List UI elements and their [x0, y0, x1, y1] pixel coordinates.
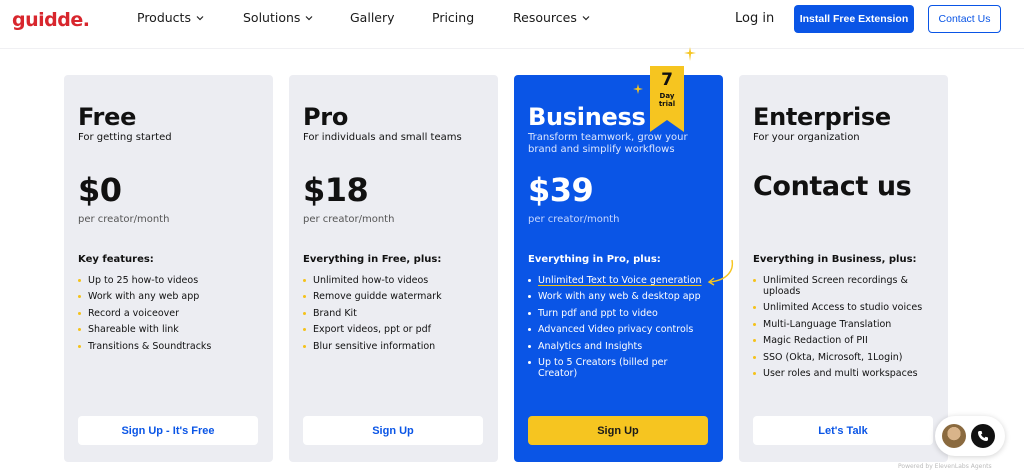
nav-resources-label: Resources [513, 10, 577, 25]
signup-free-button[interactable]: Sign Up - It's Free [78, 416, 258, 445]
nav-resources[interactable]: Resources [513, 10, 591, 25]
feature-list: Unlimited how-to videos Remove guidde wa… [303, 275, 483, 357]
feature-item: Multi-Language Translation [753, 319, 933, 330]
call-button[interactable] [971, 424, 995, 448]
feature-item: Analytics and Insights [528, 341, 708, 352]
nav-gallery-label: Gallery [350, 10, 395, 25]
phone-icon [978, 431, 988, 441]
feature-list: Unlimited Screen recordings & uploads Un… [753, 275, 933, 384]
price-unit: per creator/month [528, 214, 620, 225]
sparkle-icon [633, 84, 643, 94]
feature-item: Unlimited Screen recordings & uploads [753, 275, 933, 297]
plan-price: $39 [528, 171, 594, 209]
sparkle-icon [684, 47, 696, 61]
features-heading: Key features: [78, 254, 154, 265]
feature-item: Record a voiceover [78, 308, 258, 319]
plan-name: Free [78, 103, 137, 131]
feature-item: Shareable with link [78, 324, 258, 335]
nav-pricing-label: Pricing [432, 10, 475, 25]
plan-subtitle: For getting started [78, 132, 172, 143]
plan-card-pro: Pro For individuals and small teams $18 … [289, 75, 498, 462]
login-link[interactable]: Log in [735, 11, 774, 26]
contact-us-button[interactable]: Contact Us [928, 5, 1001, 33]
plan-price: $18 [303, 171, 369, 209]
powered-by-label: Powered by ElevenLabs Agents [898, 463, 992, 470]
price-unit: per creator/month [303, 214, 395, 225]
chevron-down-icon [196, 15, 204, 20]
lets-talk-button[interactable]: Let's Talk [753, 416, 933, 445]
plan-card-enterprise: Enterprise For your organization Contact… [739, 75, 948, 462]
nav-solutions[interactable]: Solutions [243, 10, 314, 25]
feature-item: Transitions & Soundtracks [78, 341, 258, 352]
price-unit: per creator/month [78, 214, 170, 225]
plan-name: Enterprise [753, 103, 891, 131]
ribbon-day-label: Day [659, 92, 675, 100]
feature-item: Advanced Video privacy controls [528, 324, 708, 335]
trial-ribbon-badge: 7 Day trial [650, 66, 684, 132]
feature-item: Blur sensitive information [303, 341, 483, 352]
plan-price-contact: Contact us [753, 171, 912, 202]
plan-price: $0 [78, 171, 122, 209]
signup-pro-button[interactable]: Sign Up [303, 416, 483, 445]
features-heading: Everything in Free, plus: [303, 254, 442, 265]
signup-business-button[interactable]: Sign Up [528, 416, 708, 445]
chevron-down-icon [582, 15, 590, 20]
guidde-logo[interactable]: guidde. [12, 9, 90, 31]
nav-divider [0, 48, 1024, 49]
feature-item: Unlimited how-to videos [303, 275, 483, 286]
install-extension-button[interactable]: Install Free Extension [794, 5, 914, 33]
plan-subtitle: For your organization [753, 132, 860, 143]
feature-item: Unlimited Access to studio voices [753, 302, 933, 313]
arrow-doodle-icon [707, 259, 734, 286]
agent-avatar [942, 424, 966, 448]
nav-pricing[interactable]: Pricing [432, 10, 474, 25]
feature-list: Up to 25 how-to videos Work with any web… [78, 275, 258, 357]
feature-item: Magic Redaction of PII [753, 335, 933, 346]
feature-item: Work with any web & desktop app [528, 291, 708, 302]
nav-solutions-label: Solutions [243, 10, 301, 25]
feature-item: SSO (Okta, Microsoft, 1Login) [753, 352, 933, 363]
nav-products[interactable]: Products [137, 10, 205, 25]
features-heading: Everything in Business, plus: [753, 254, 917, 265]
feature-item: Turn pdf and ppt to video [528, 308, 708, 319]
voice-agent-widget[interactable] [935, 416, 1005, 456]
nav-products-label: Products [137, 10, 191, 25]
plan-subtitle: Transform teamwork, grow your brand and … [528, 132, 688, 155]
plan-name: Pro [303, 103, 349, 131]
feature-item: Up to 5 Creators (billed per Creator) [528, 357, 708, 379]
plan-name: Business [528, 103, 646, 131]
top-navbar: guidde. Products Solutions Gallery Prici… [0, 0, 1024, 42]
feature-item: Work with any web app [78, 291, 258, 302]
plan-card-free: Free For getting started $0 per creator/… [64, 75, 273, 462]
feature-item: Export videos, ppt or pdf [303, 324, 483, 335]
chevron-down-icon [306, 15, 313, 20]
features-heading: Everything in Pro, plus: [528, 254, 661, 265]
feature-item: Remove guidde watermark [303, 291, 483, 302]
feature-item: User roles and multi workspaces [753, 368, 933, 379]
ribbon-trial-label: trial [658, 100, 676, 108]
ribbon-number: 7 [661, 70, 673, 90]
plan-card-business: Business Transform teamwork, grow your b… [514, 75, 723, 462]
feature-item-highlighted: Unlimited Text to Voice generation [528, 275, 708, 286]
nav-gallery[interactable]: Gallery [350, 10, 395, 25]
feature-list: Unlimited Text to Voice generation Work … [528, 275, 708, 384]
feature-item: Brand Kit [303, 308, 483, 319]
plan-subtitle: For individuals and small teams [303, 132, 462, 143]
feature-item: Up to 25 how-to videos [78, 275, 258, 286]
